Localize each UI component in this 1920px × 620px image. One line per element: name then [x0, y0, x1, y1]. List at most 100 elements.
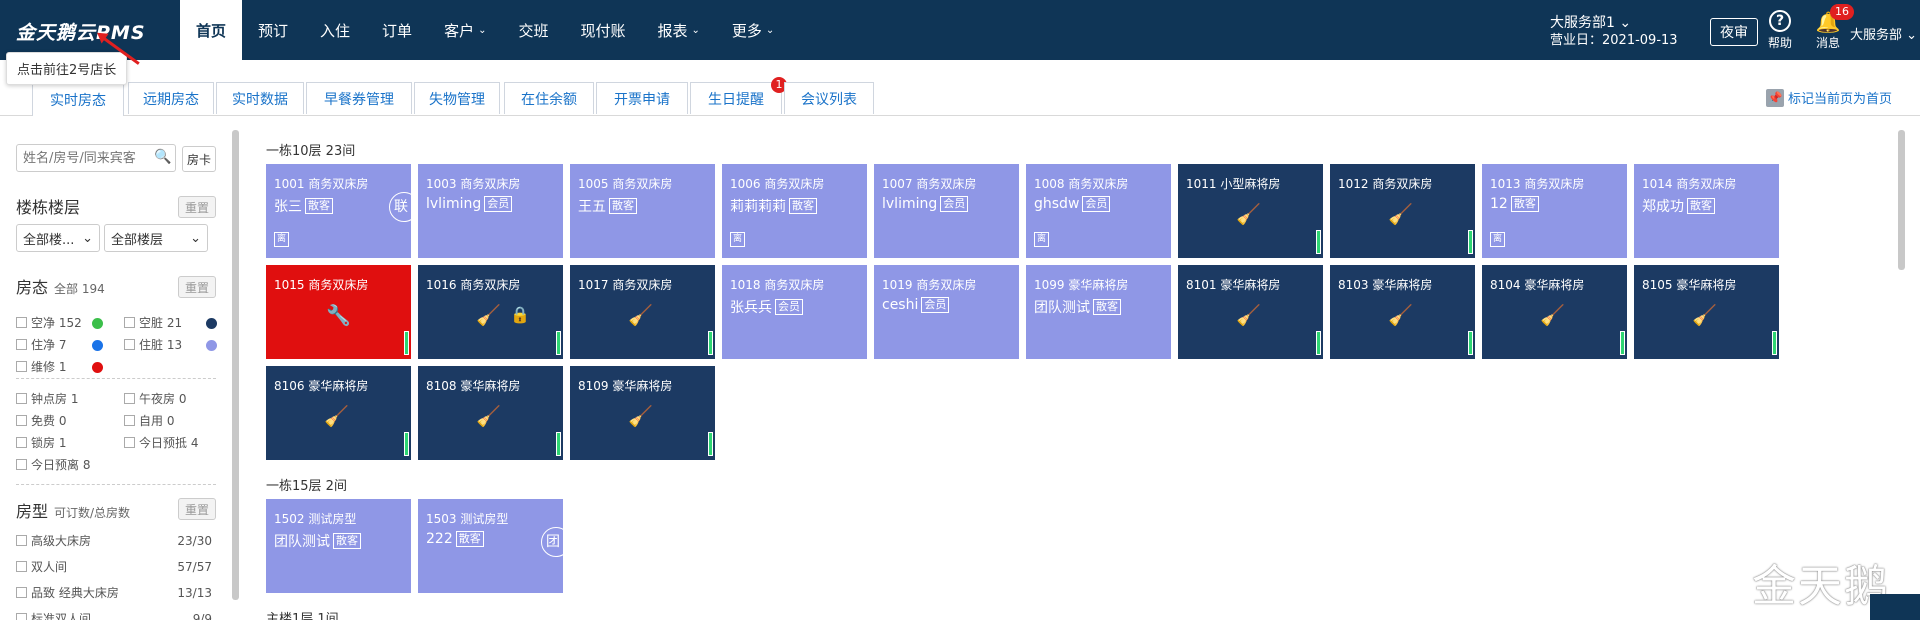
nav-item-5[interactable]: 交班 [502, 0, 564, 60]
tab-3[interactable]: 早餐券管理 [306, 82, 412, 114]
roomtype-reset-button[interactable]: 重置 [178, 498, 216, 520]
status-filter-3[interactable]: 住脏 13 [124, 336, 182, 353]
room-card-8108[interactable]: 8108 豪华麻将房 🧹 [418, 366, 563, 460]
room-type-label: 房型 [16, 502, 49, 521]
room-card-1012[interactable]: 1012 商务双床房 🧹 [1330, 164, 1475, 258]
status-filter-1[interactable]: 空脏 21 [124, 314, 182, 331]
room-card-1011[interactable]: 1011 小型麻将房 🧹 [1178, 164, 1323, 258]
nav-item-7[interactable]: 报表 ⌄ [642, 0, 716, 60]
room-type-row[interactable]: 标准双人间 9/9 [16, 610, 212, 620]
room-card-1502[interactable]: 1502 测试房型 团队测试 散客 [266, 499, 411, 593]
room-card-1001[interactable]: 1001 商务双床房 张三 散客离 联 [266, 164, 411, 258]
room-card-8105[interactable]: 8105 豪华麻将房 🧹 [1634, 265, 1779, 359]
room-card-1014[interactable]: 1014 商务双床房 郑成功 散客 [1634, 164, 1779, 258]
tab-1[interactable]: 远期房态 [128, 82, 214, 114]
room-card-8101[interactable]: 8101 豪华麻将房 🧹 [1178, 265, 1323, 359]
room-card-button[interactable]: 房卡 [182, 146, 216, 172]
checkbox[interactable] [16, 459, 27, 470]
nav-item-4[interactable]: 客户 ⌄ [428, 0, 502, 60]
room-card-1017[interactable]: 1017 商务双床房 🧹 [570, 265, 715, 359]
tab-4[interactable]: 失物管理 [414, 82, 500, 114]
sidebar-scrollbar[interactable] [232, 130, 239, 600]
department-switcher[interactable]: 大服务部1 ⌄ 营业日：2021-09-13 [1550, 14, 1700, 50]
tab-5[interactable]: 在住余额 [504, 82, 594, 114]
room-card-8106[interactable]: 8106 豪华麻将房 🧹 [266, 366, 411, 460]
checkbox[interactable] [124, 415, 135, 426]
nav-item-label: 入住 [320, 21, 351, 40]
room-card-1006[interactable]: 1006 商务双床房 莉莉莉莉 散客离 [722, 164, 867, 258]
flag-filter-6[interactable]: 今日预离 8 [16, 456, 90, 473]
room-card-8109[interactable]: 8109 豪华麻将房 🧹 [570, 366, 715, 460]
nav-item-2[interactable]: 入住 [304, 0, 366, 60]
guest-search-input[interactable] [16, 144, 176, 172]
room-number: 1015 [274, 278, 305, 292]
status-filter-0[interactable]: 空净 152 [16, 314, 82, 331]
checkbox[interactable] [124, 437, 135, 448]
flag-filter-2[interactable]: 免费 0 [16, 412, 66, 429]
room-type-row[interactable]: 双人间 57/57 [16, 558, 212, 575]
room-card-1019[interactable]: 1019 商务双床房 ceshi 会员 [874, 265, 1019, 359]
tab-7[interactable]: 生日提醒 1 [690, 77, 787, 114]
room-card-8104[interactable]: 8104 豪华麻将房 🧹 [1482, 265, 1627, 359]
tab-8[interactable]: 会议列表 [784, 82, 874, 114]
checkbox[interactable] [124, 393, 135, 404]
room-card-1008[interactable]: 1008 商务双床房 ghsdw 会员离 [1026, 164, 1171, 258]
flag-filter-4[interactable]: 锁房 1 [16, 434, 66, 451]
room-card-1013[interactable]: 1013 商务双床房 12 散客离 [1482, 164, 1627, 258]
checkbox[interactable] [16, 437, 27, 448]
nav-item-8[interactable]: 更多 ⌄ [716, 0, 790, 60]
nav-item-0[interactable]: 首页 [180, 0, 243, 60]
tab-label: 生日提醒 [708, 91, 764, 108]
app-logo[interactable]: 金天鹅云PMS [16, 18, 146, 45]
set-homepage-link[interactable]: 📌 标记当前页为首页 [1765, 88, 1892, 107]
checkbox[interactable] [124, 317, 135, 328]
broom-icon: 🧹 [1236, 202, 1261, 226]
tab-6[interactable]: 开票申请 [596, 82, 688, 114]
flag-filter-5[interactable]: 今日预抵 4 [124, 434, 198, 451]
room-type-row[interactable]: 高级大床房 23/30 [16, 532, 212, 549]
status-filter-4[interactable]: 维修 1 [16, 358, 66, 375]
building-reset-button[interactable]: 重置 [178, 196, 216, 218]
building-select[interactable]: 全部楼... ⌄ [16, 224, 100, 252]
store-switch-tooltip[interactable]: 点击前往2号店长 [6, 52, 128, 85]
room-card-1003[interactable]: 1003 商务双床房 lvliming 会员 [418, 164, 563, 258]
flag-filter-1[interactable]: 午夜房 0 [124, 390, 186, 407]
checkbox[interactable] [16, 587, 27, 598]
checkbox[interactable] [16, 561, 27, 572]
room-card-1503[interactable]: 1503 测试房型 222 散客 团 [418, 499, 563, 593]
room-card-1005[interactable]: 1005 商务双床房 王五 散客 [570, 164, 715, 258]
checkbox[interactable] [16, 317, 27, 328]
checkbox[interactable] [16, 535, 27, 546]
nav-item-3[interactable]: 订单 [366, 0, 428, 60]
status-reset-button[interactable]: 重置 [178, 276, 216, 298]
room-card-1016[interactable]: 1016 商务双床房 🧹 🔒 [418, 265, 563, 359]
night-audit-button[interactable]: 夜审 [1710, 18, 1758, 46]
room-card-8103[interactable]: 8103 豪华麻将房 🧹 [1330, 265, 1475, 359]
status-filter-2[interactable]: 住净 7 [16, 336, 66, 353]
corner-widget[interactable] [1870, 594, 1920, 620]
main-scrollbar[interactable] [1898, 130, 1905, 270]
checkbox[interactable] [16, 393, 27, 404]
room-type-row[interactable]: 品致 经典大床房 13/13 [16, 584, 212, 601]
checkbox[interactable] [124, 339, 135, 350]
floor-select[interactable]: 全部楼层 ⌄ [104, 224, 208, 252]
flag-filter-3[interactable]: 自用 0 [124, 412, 174, 429]
nav-item-6[interactable]: 现付账 [564, 0, 641, 60]
checkbox[interactable] [16, 613, 27, 620]
tab-0[interactable]: 实时房态 [32, 82, 124, 116]
help-button[interactable]: ? 帮助 [1760, 10, 1800, 51]
room-card-1018[interactable]: 1018 商务双床房 张兵兵 会员 [722, 265, 867, 359]
room-type: 商务双床房 [1524, 177, 1585, 191]
room-card-1015[interactable]: 1015 商务双床房 🔧 [266, 265, 411, 359]
flag-filter-0[interactable]: 钟点房 1 [16, 390, 78, 407]
user-menu[interactable]: 大服务部 ⌄ [1850, 24, 1918, 43]
tab-2[interactable]: 实时数据 [216, 82, 304, 114]
checkbox[interactable] [16, 361, 27, 372]
messages-button[interactable]: 🔔 16 消息 [1808, 4, 1854, 51]
nav-item-1[interactable]: 预订 [242, 0, 304, 60]
room-card-1099[interactable]: 1099 豪华麻将房 团队测试 散客 [1026, 265, 1171, 359]
room-card-1007[interactable]: 1007 商务双床房 lvliming 会员 [874, 164, 1019, 258]
checkbox[interactable] [16, 339, 27, 350]
search-icon[interactable]: 🔍 [154, 149, 171, 165]
checkbox[interactable] [16, 415, 27, 426]
